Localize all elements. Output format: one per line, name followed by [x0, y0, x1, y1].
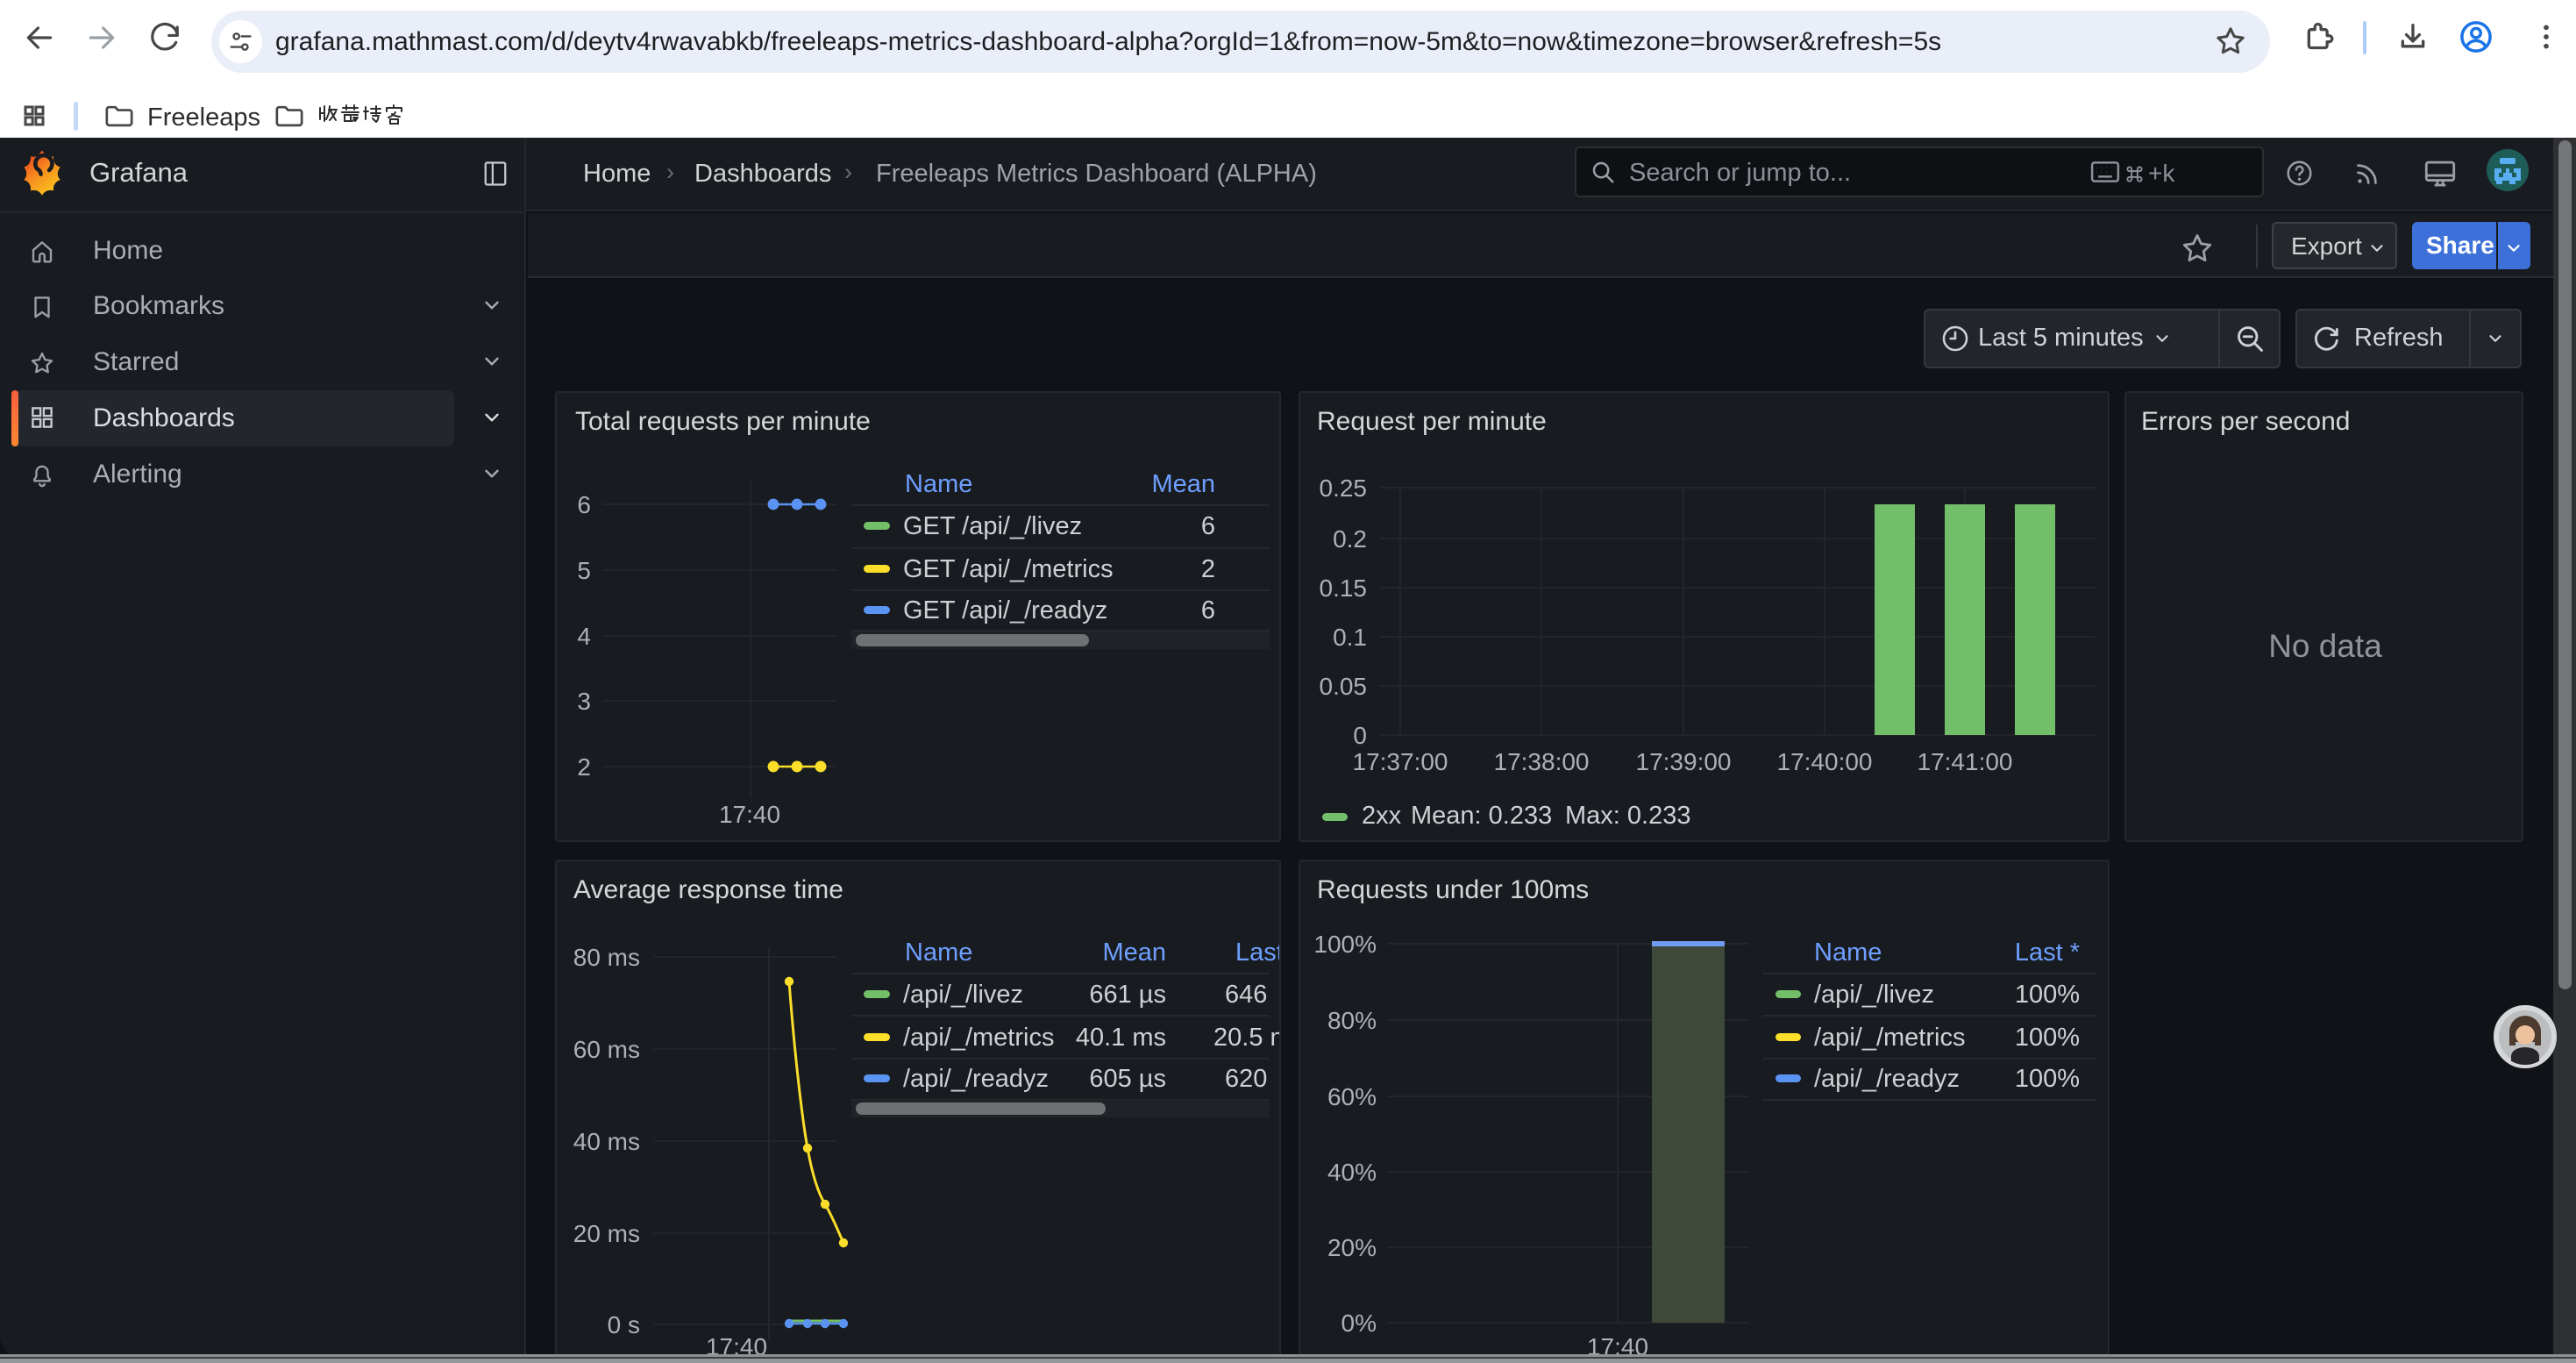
svg-text:0.15: 0.15: [1320, 574, 1368, 602]
svg-text:3: 3: [577, 688, 591, 715]
svg-text:17:39:00: 17:39:00: [1636, 748, 1732, 775]
svg-text:0.2: 0.2: [1333, 525, 1367, 553]
svg-text:17:40: 17:40: [1587, 1333, 1648, 1354]
svg-text:5: 5: [577, 557, 591, 584]
svg-text:40%: 40%: [1327, 1159, 1377, 1186]
svg-text:0.25: 0.25: [1320, 475, 1368, 502]
svg-text:0.05: 0.05: [1320, 673, 1368, 700]
svg-text:100%: 100%: [1313, 931, 1377, 958]
svg-text:40 ms: 40 ms: [573, 1128, 640, 1155]
svg-text:20 ms: 20 ms: [573, 1220, 640, 1247]
svg-text:0.1: 0.1: [1333, 624, 1367, 651]
svg-text:60%: 60%: [1327, 1083, 1377, 1110]
svg-text:0%: 0%: [1341, 1309, 1377, 1337]
svg-text:17:40:00: 17:40:00: [1777, 748, 1873, 775]
svg-text:17:41:00: 17:41:00: [1918, 748, 2013, 775]
svg-text:0: 0: [1353, 722, 1367, 749]
svg-text:17:38:00: 17:38:00: [1494, 748, 1590, 775]
svg-text:6: 6: [577, 491, 591, 518]
svg-text:80 ms: 80 ms: [573, 944, 640, 971]
svg-text:60 ms: 60 ms: [573, 1036, 640, 1063]
svg-text:2: 2: [577, 753, 591, 781]
svg-text:20%: 20%: [1327, 1234, 1377, 1261]
svg-text:17:40: 17:40: [706, 1333, 767, 1354]
svg-text:4: 4: [577, 623, 591, 650]
svg-text:17:37:00: 17:37:00: [1353, 748, 1448, 775]
svg-text:0 s: 0 s: [608, 1311, 640, 1338]
svg-text:17:40: 17:40: [719, 801, 780, 828]
svg-text:80%: 80%: [1327, 1007, 1377, 1034]
